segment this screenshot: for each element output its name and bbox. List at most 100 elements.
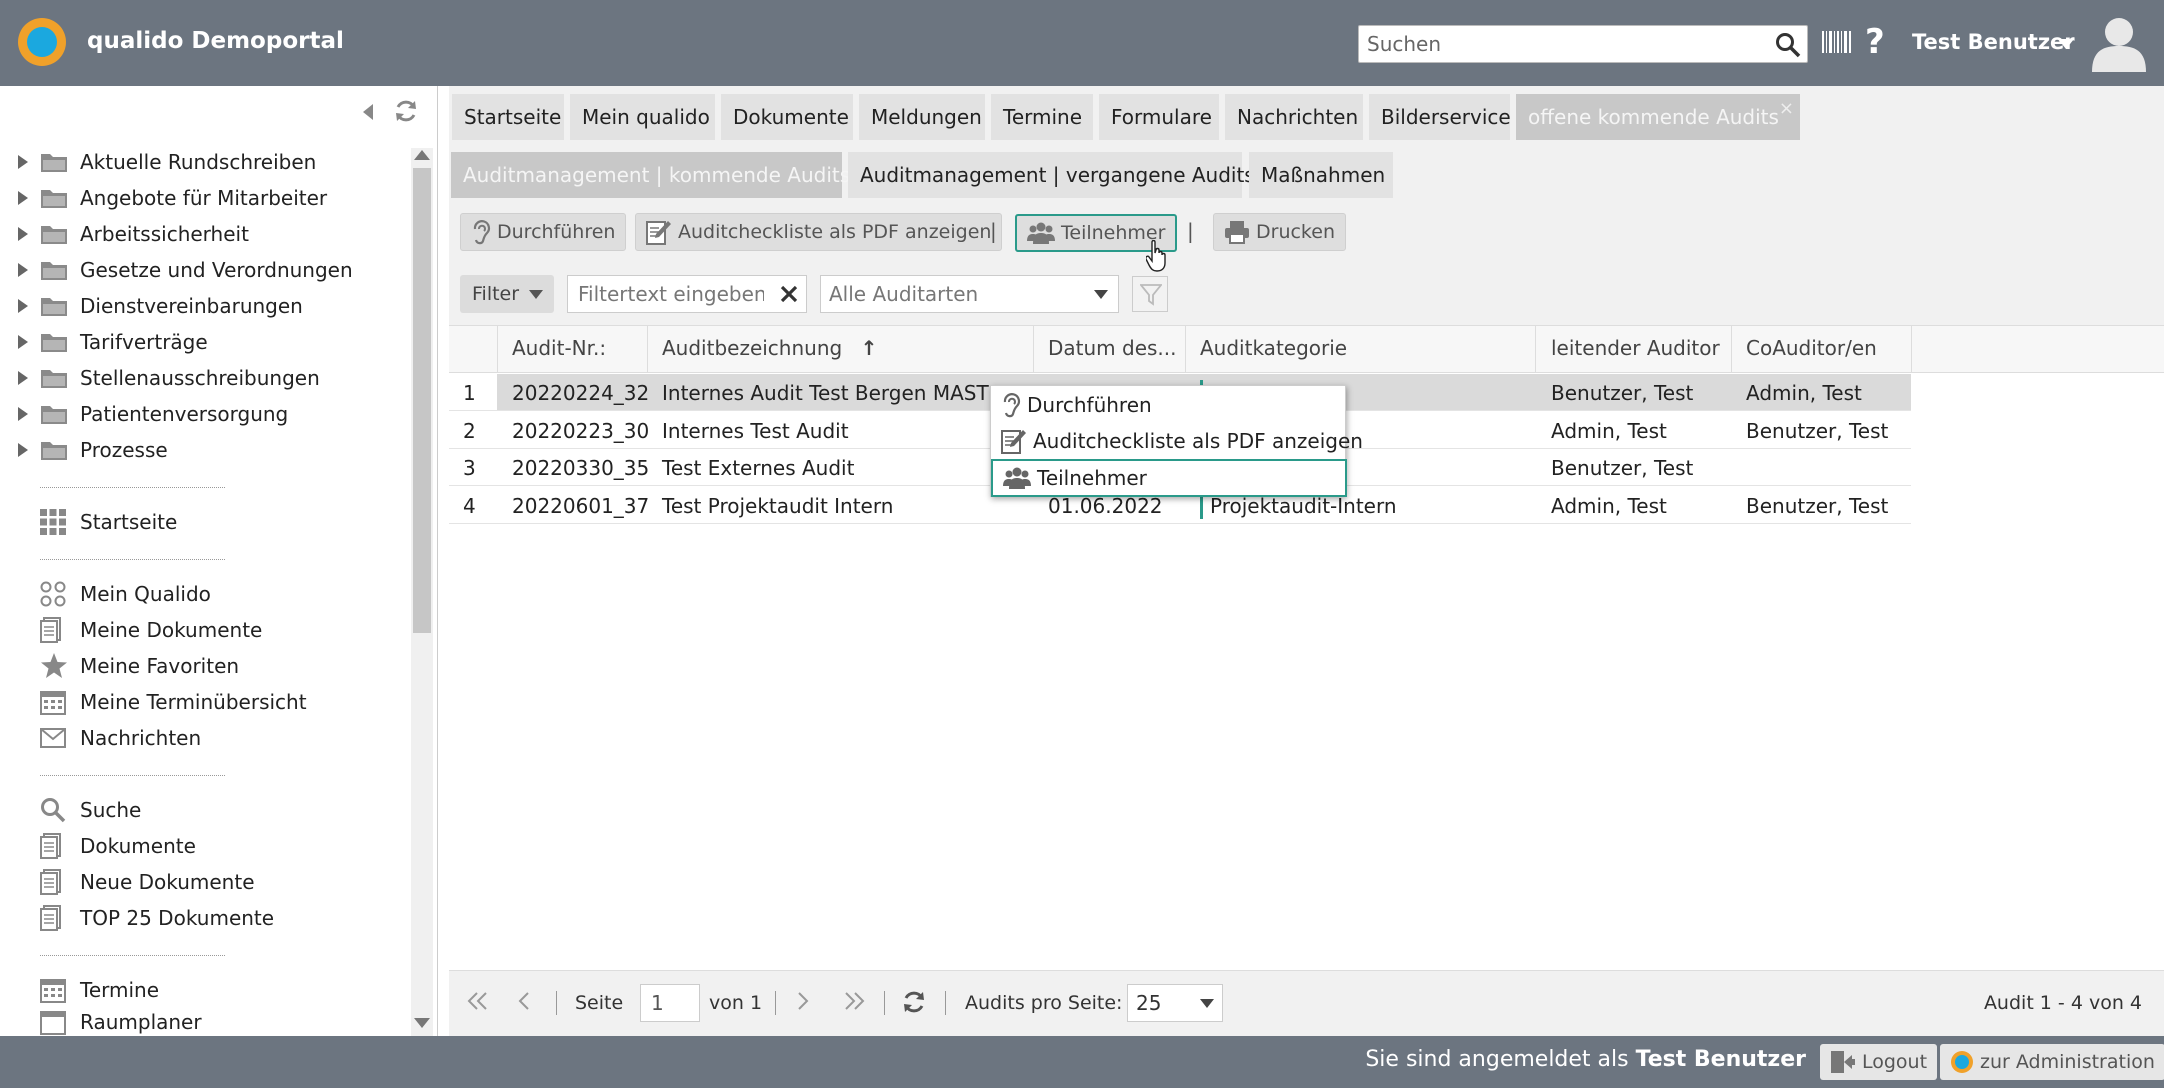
user-menu-name[interactable]: Test Benutzer [1912, 30, 2075, 54]
scroll-down-icon[interactable] [414, 1018, 430, 1028]
document-icon [40, 617, 70, 643]
sidebar-tree-item[interactable]: Stellenausschreibungen [0, 360, 320, 396]
sidebar-item-neue-dokumente[interactable]: Neue Dokumente [0, 864, 255, 900]
column-header-datum[interactable]: Datum des... [1048, 336, 1177, 360]
tab-4[interactable]: Termine [991, 94, 1093, 140]
column-header-coauditoren[interactable]: CoAuditor/en [1746, 336, 1877, 360]
column-header-auditbezeichnung[interactable]: Auditbezeichnung ↑ [662, 336, 877, 360]
cell-date: 01.06.2022 [1048, 493, 1163, 518]
subtab-0[interactable]: Auditmanagement | kommende Audits [451, 152, 850, 198]
tab-1[interactable]: Mein qualido [570, 94, 715, 140]
tab-0[interactable]: Startseite [452, 94, 564, 140]
sidebar-item-meine-dokumente[interactable]: Meine Dokumente [0, 612, 262, 648]
logout-button[interactable]: Logout [1820, 1044, 1938, 1080]
last-page-icon[interactable] [843, 992, 865, 1010]
context-menu-teilnehmer[interactable]: Teilnehmer [991, 459, 1347, 497]
tab-2[interactable]: Dokumente [721, 94, 853, 140]
sidebar-item-label: Patientenversorgung [80, 402, 289, 426]
column-header-auditkategorie[interactable]: Auditkategorie [1200, 336, 1347, 360]
sidebar-tree-item[interactable]: Gesetze und Verordnungen [0, 252, 353, 288]
scroll-up-icon[interactable] [414, 150, 430, 160]
sidebar-tree-item[interactable]: Tarifverträge [0, 324, 208, 360]
tab-label: Nachrichten [1237, 105, 1359, 129]
chevron-down-icon[interactable] [2058, 39, 2074, 49]
column-header-audit-nr[interactable]: Audit-Nr.: [512, 336, 606, 360]
expand-arrow-icon[interactable] [18, 191, 32, 205]
sidebar-item-suche[interactable]: Suche [0, 792, 141, 828]
expand-arrow-icon[interactable] [18, 299, 32, 313]
expand-arrow-icon[interactable] [18, 155, 32, 169]
durchfuehren-button[interactable]: Durchführen [460, 213, 627, 251]
tab-8[interactable]: offene kommende Audits × [1516, 94, 1800, 140]
sidebar-item-dokumente[interactable]: Dokumente [0, 828, 196, 864]
subtab-label: Maßnahmen [1261, 163, 1386, 187]
sidebar-tree-item[interactable]: Aktuelle Rundschreiben [0, 144, 316, 180]
login-status: Sie sind angemeldet als Test Benutzer [1365, 1047, 1806, 1072]
refresh-icon[interactable] [901, 989, 927, 1015]
sidebar-tree-item[interactable]: Patientenversorgung [0, 396, 288, 432]
page-number-input[interactable] [649, 990, 693, 1016]
expand-arrow-icon[interactable] [18, 371, 32, 385]
pdf-checklist-button[interactable]: Auditcheckliste als PDF anzeigen [635, 213, 1003, 251]
folder-icon [40, 403, 70, 425]
tab-label: Mein qualido [582, 105, 710, 129]
sidebar-item-label: Tarifverträge [80, 330, 208, 354]
tab-5[interactable]: Formulare [1099, 94, 1219, 140]
sidebar-item-meine-favoriten[interactable]: Meine Favoriten [0, 648, 239, 684]
sidebar-tree-item[interactable]: Angebote für Mitarbeiter [0, 180, 327, 216]
sidebar-tree-item[interactable]: Arbeitssicherheit [0, 216, 249, 252]
search-input[interactable] [1365, 30, 1755, 58]
edit-document-icon [646, 219, 678, 245]
sidebar-collapse-icon[interactable] [363, 104, 373, 120]
tab-label: Meldungen [871, 105, 982, 129]
first-page-icon[interactable] [467, 992, 489, 1010]
sidebar-scrollbar-thumb[interactable] [413, 168, 431, 633]
qualido-logo[interactable] [18, 18, 66, 66]
tab-7[interactable]: Bilderservice [1369, 94, 1511, 140]
sidebar-item-raumplaner[interactable]: Raumplaner [0, 1008, 202, 1036]
sidebar-item-startseite[interactable]: Startseite [0, 504, 177, 540]
auditarten-select[interactable]: Alle Auditarten [820, 275, 1119, 313]
tab-6[interactable]: Nachrichten [1225, 94, 1363, 140]
search-icon[interactable] [1775, 32, 1801, 58]
expand-arrow-icon[interactable] [18, 443, 32, 457]
next-page-icon[interactable] [797, 992, 809, 1010]
filter-text-input[interactable] [576, 281, 766, 307]
tab-3[interactable]: Meldungen [859, 94, 985, 140]
avatar[interactable] [2090, 14, 2148, 72]
help-icon[interactable]: ? [1865, 22, 1885, 62]
sidebar-item-label: Nachrichten [80, 726, 202, 750]
clear-filter-icon[interactable] [780, 285, 798, 303]
per-page-select[interactable]: 25 [1127, 984, 1223, 1022]
expand-arrow-icon[interactable] [18, 263, 32, 277]
sidebar-item-nachrichten[interactable]: Nachrichten [0, 720, 201, 756]
administration-button[interactable]: zur Administration [1940, 1044, 2164, 1080]
context-menu-pdf[interactable]: Auditcheckliste als PDF anzeigen [991, 423, 1363, 459]
sidebar-item-termine[interactable]: Termine [0, 972, 159, 1008]
expand-arrow-icon[interactable] [18, 227, 32, 241]
logout-icon [1830, 1050, 1862, 1074]
sidebar-item-top25[interactable]: TOP 25 Dokumente [0, 900, 274, 936]
apply-filter-button[interactable] [1132, 276, 1168, 312]
previous-page-icon[interactable] [518, 992, 530, 1010]
sidebar-tree-item[interactable]: Dienstvereinbarungen [0, 288, 303, 324]
expand-arrow-icon[interactable] [18, 407, 32, 421]
subtab-2[interactable]: Maßnahmen [1249, 152, 1393, 198]
refresh-icon[interactable] [393, 98, 419, 124]
column-header-leitender-auditor[interactable]: leitender Auditor [1551, 336, 1720, 360]
drucken-button[interactable]: Drucken [1213, 213, 1346, 251]
filter-dropdown[interactable]: Filter [460, 275, 554, 313]
barcode-icon[interactable] [1822, 31, 1852, 53]
context-menu-durchfuehren[interactable]: Durchführen [991, 387, 1347, 423]
sidebar-item-mein-qualido[interactable]: Mein Qualido [0, 576, 211, 612]
toolbar-separator: | [990, 219, 997, 243]
funnel-icon [1140, 284, 1162, 306]
subtab-1[interactable]: Auditmanagement | vergangene Audits [848, 152, 1255, 198]
pager-seite-label: Seite [575, 992, 624, 1014]
sidebar-tree-item[interactable]: Prozesse [0, 432, 168, 468]
close-icon[interactable]: × [1779, 98, 1794, 119]
cell-name: Test Externes Audit [662, 456, 855, 480]
chevron-down-icon [529, 289, 544, 299]
expand-arrow-icon[interactable] [18, 335, 32, 349]
sidebar-item-meine-termine[interactable]: Meine Terminübersicht [0, 684, 307, 720]
